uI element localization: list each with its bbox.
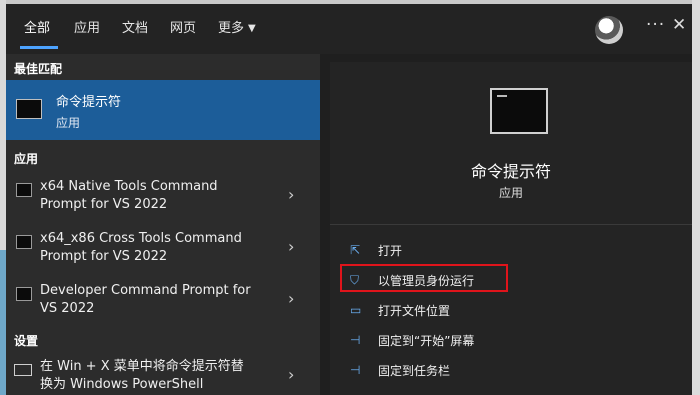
chevron-down-icon: ▼ xyxy=(248,23,256,34)
annotation-highlight-box xyxy=(340,264,508,292)
chevron-right-icon[interactable]: › xyxy=(288,237,294,256)
chevron-right-icon[interactable]: › xyxy=(288,365,294,384)
list-item-line1: 在 Win + X 菜单中将命令提示符替 xyxy=(40,359,244,374)
search-tab-bar: 全部 应用 文档 网页 更多 ▼ ··· ✕ xyxy=(6,4,692,54)
list-item[interactable]: 在 Win + X 菜单中将命令提示符替 换为 Windows PowerShe… xyxy=(6,358,320,395)
best-match-result[interactable]: 命令提示符 应用 xyxy=(6,80,320,140)
list-item-line1: x64_x86 Cross Tools Command xyxy=(40,231,242,246)
close-icon[interactable]: ✕ xyxy=(672,15,686,35)
menu-setting-icon xyxy=(14,364,32,376)
detail-pane: 命令提示符 应用 ⇱ 打开 ⛉ 以管理员身份运行 ▭ 打开文件位置 ⊣ 固定到“… xyxy=(330,62,692,395)
pin-icon: ⊣ xyxy=(350,363,361,377)
chevron-right-icon[interactable]: › xyxy=(288,289,294,308)
best-match-title: 命令提示符 xyxy=(56,95,122,110)
list-item-label: 在 Win + X 菜单中将命令提示符替 换为 Windows PowerShe… xyxy=(40,358,270,394)
list-item-line1: Developer Command Prompt for xyxy=(40,283,251,298)
list-item-line2: 换为 Windows PowerShell xyxy=(40,377,204,392)
action-label: 打开 xyxy=(378,244,403,258)
command-prompt-icon xyxy=(16,235,32,249)
action-label: 固定到任务栏 xyxy=(378,364,451,378)
tab-web[interactable]: 网页 xyxy=(170,17,196,36)
command-prompt-icon xyxy=(16,183,32,197)
list-item-label: x64 Native Tools Command Prompt for VS 2… xyxy=(40,178,270,214)
best-match-subtitle: 应用 xyxy=(56,116,81,130)
list-item-line1: x64 Native Tools Command xyxy=(40,179,218,194)
detail-subtitle: 应用 xyxy=(498,186,523,200)
desktop-right-strip xyxy=(692,0,700,395)
more-options-icon[interactable]: ··· xyxy=(646,15,665,35)
command-prompt-icon xyxy=(490,88,548,134)
list-item[interactable]: x64 Native Tools Command Prompt for VS 2… xyxy=(6,178,320,228)
settings-header: 设置 xyxy=(14,334,39,348)
best-match-header: 最佳匹配 xyxy=(14,62,63,76)
list-item-line2: Prompt for VS 2022 xyxy=(40,197,168,212)
pin-icon: ⊣ xyxy=(350,333,361,347)
list-item-line2: Prompt for VS 2022 xyxy=(40,249,168,264)
tab-more[interactable]: 更多 ▼ xyxy=(218,17,256,36)
list-item-label: x64_x86 Cross Tools Command Prompt for V… xyxy=(40,230,270,266)
divider xyxy=(330,224,692,225)
list-item[interactable]: Developer Command Prompt for VS 2022 › xyxy=(6,282,320,332)
list-item-line2: VS 2022 xyxy=(40,301,95,316)
apps-header: 应用 xyxy=(14,152,39,166)
results-list: 最佳匹配 命令提示符 应用 应用 x64 Native Tools Comman… xyxy=(6,54,320,395)
action-label: 固定到“开始”屏幕 xyxy=(378,334,475,348)
chevron-right-icon[interactable]: › xyxy=(288,185,294,204)
command-prompt-icon xyxy=(16,99,42,119)
tab-documents[interactable]: 文档 xyxy=(122,17,148,36)
list-item-label: Developer Command Prompt for VS 2022 xyxy=(40,282,270,318)
active-tab-indicator xyxy=(20,46,58,49)
detail-title: 命令提示符 xyxy=(470,162,551,181)
tab-more-label: 更多 xyxy=(218,21,245,36)
avatar[interactable] xyxy=(595,16,623,44)
tab-all[interactable]: 全部 xyxy=(24,17,50,36)
windows-search-panel: 全部 应用 文档 网页 更多 ▼ ··· ✕ 最佳匹配 命令提示符 应用 应用 x… xyxy=(6,4,692,395)
folder-icon: ▭ xyxy=(350,303,362,317)
open-icon: ⇱ xyxy=(350,243,361,257)
command-prompt-icon xyxy=(16,287,32,301)
action-label: 打开文件位置 xyxy=(378,304,451,318)
list-item[interactable]: x64_x86 Cross Tools Command Prompt for V… xyxy=(6,230,320,280)
tab-apps[interactable]: 应用 xyxy=(74,17,100,36)
